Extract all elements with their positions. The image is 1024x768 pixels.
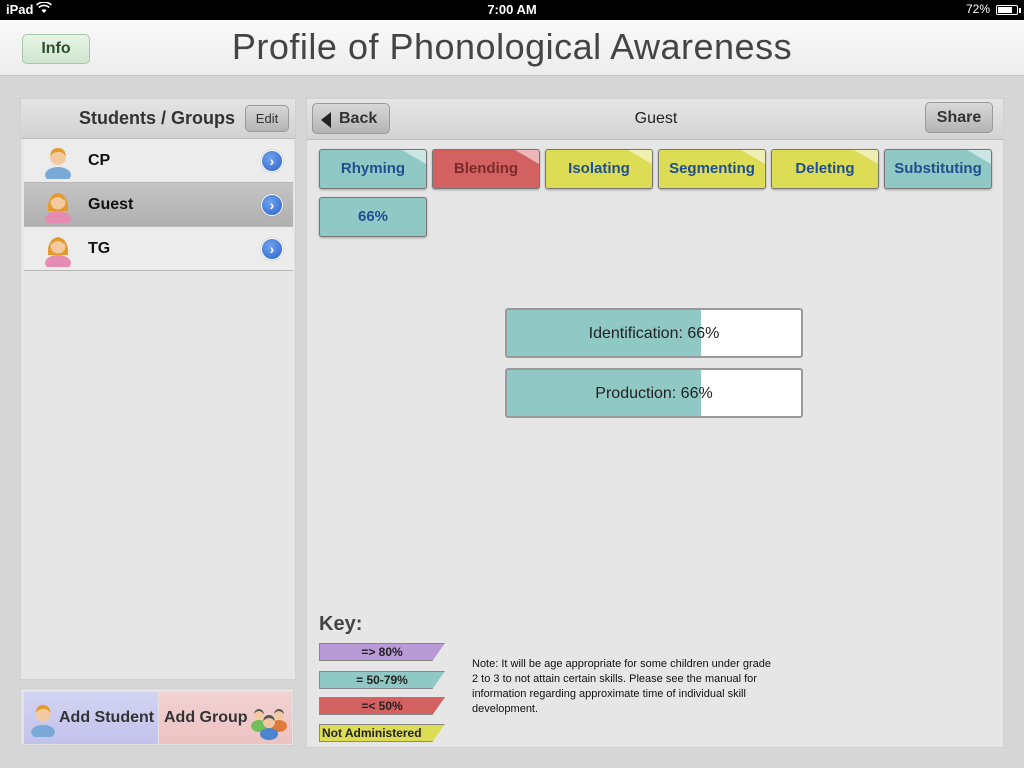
tab-rhyming[interactable]: Rhyming [319, 149, 427, 189]
students-groups-title: Students / Groups [79, 108, 236, 128]
overall-score: 66% [319, 197, 427, 237]
add-group-icon [249, 700, 289, 740]
production-progress-bar: Production: 66% [505, 368, 803, 418]
key-item-80-plus: => 80% [319, 643, 445, 661]
tab-substituting[interactable]: Substituting [884, 149, 992, 189]
status-bar: iPad 7:00 AM 72% [0, 0, 1024, 20]
key-label: Not Administered [322, 726, 422, 740]
students-groups-panel: Students / Groups Edit CP › Guest › TG › [20, 98, 296, 680]
add-student-icon [29, 701, 57, 739]
key-label: = 50-79% [356, 673, 408, 687]
student-row-guest[interactable]: Guest › [24, 183, 293, 227]
skill-tabs: Rhyming Blending Isolating Segmenting De… [319, 149, 995, 191]
identification-progress-label: Identification: 66% [588, 325, 720, 342]
key-note: Note: It will be age appropriate for som… [472, 658, 772, 715]
students-groups-header: Students / Groups Edit [21, 99, 295, 139]
app-title: Profile of Phonological Awareness [231, 26, 793, 67]
add-student-button[interactable]: Add Student [24, 692, 158, 744]
add-group-label: Add Group [164, 709, 248, 726]
student-name: TG [88, 240, 111, 257]
key-title: Key: [319, 613, 363, 635]
chevron-right-icon[interactable]: › [261, 150, 283, 172]
share-button[interactable]: Share [925, 102, 993, 133]
edit-button[interactable]: Edit [245, 105, 289, 132]
tab-blending[interactable]: Blending [432, 149, 540, 189]
tab-segmenting[interactable]: Segmenting [658, 149, 766, 189]
add-group-button[interactable]: Add Group [159, 692, 292, 744]
status-time: 7:00 AM [487, 2, 537, 17]
student-detail-panel: Back Guest Share Rhyming Blending Isolat… [306, 98, 1004, 748]
battery-icon [996, 5, 1021, 15]
student-name: CP [88, 152, 111, 169]
app-header: Info Profile of Phonological Awareness [0, 20, 1024, 76]
student-female-icon [42, 189, 74, 227]
student-list: CP › Guest › TG › [24, 139, 293, 271]
key-item-not-administered: Not Administered [319, 724, 445, 742]
tab-deleting[interactable]: Deleting [771, 149, 879, 189]
key-item-50-79: = 50-79% [319, 671, 445, 689]
student-row-cp[interactable]: CP › [24, 139, 293, 183]
identification-progress-bar: Identification: 66% [505, 308, 803, 358]
add-student-label: Add Student [59, 709, 155, 726]
tab-isolating[interactable]: Isolating [545, 149, 653, 189]
battery-percent: 72% [965, 2, 990, 16]
key-item-below-50: =< 50% [319, 697, 445, 715]
student-row-tg[interactable]: TG › [24, 227, 293, 271]
student-male-icon [42, 145, 74, 183]
production-progress-label: Production: 66% [595, 385, 713, 402]
student-female-icon [42, 233, 74, 271]
add-buttons-bar: Add Student Add Group [20, 688, 294, 746]
chevron-right-icon[interactable]: › [261, 238, 283, 260]
student-name: Guest [88, 196, 134, 213]
key-label: => 80% [361, 645, 403, 659]
detail-title: Guest [634, 110, 678, 127]
detail-header: Back Guest Share [307, 99, 1003, 140]
key-label: =< 50% [361, 699, 403, 713]
chevron-right-icon[interactable]: › [261, 194, 283, 216]
